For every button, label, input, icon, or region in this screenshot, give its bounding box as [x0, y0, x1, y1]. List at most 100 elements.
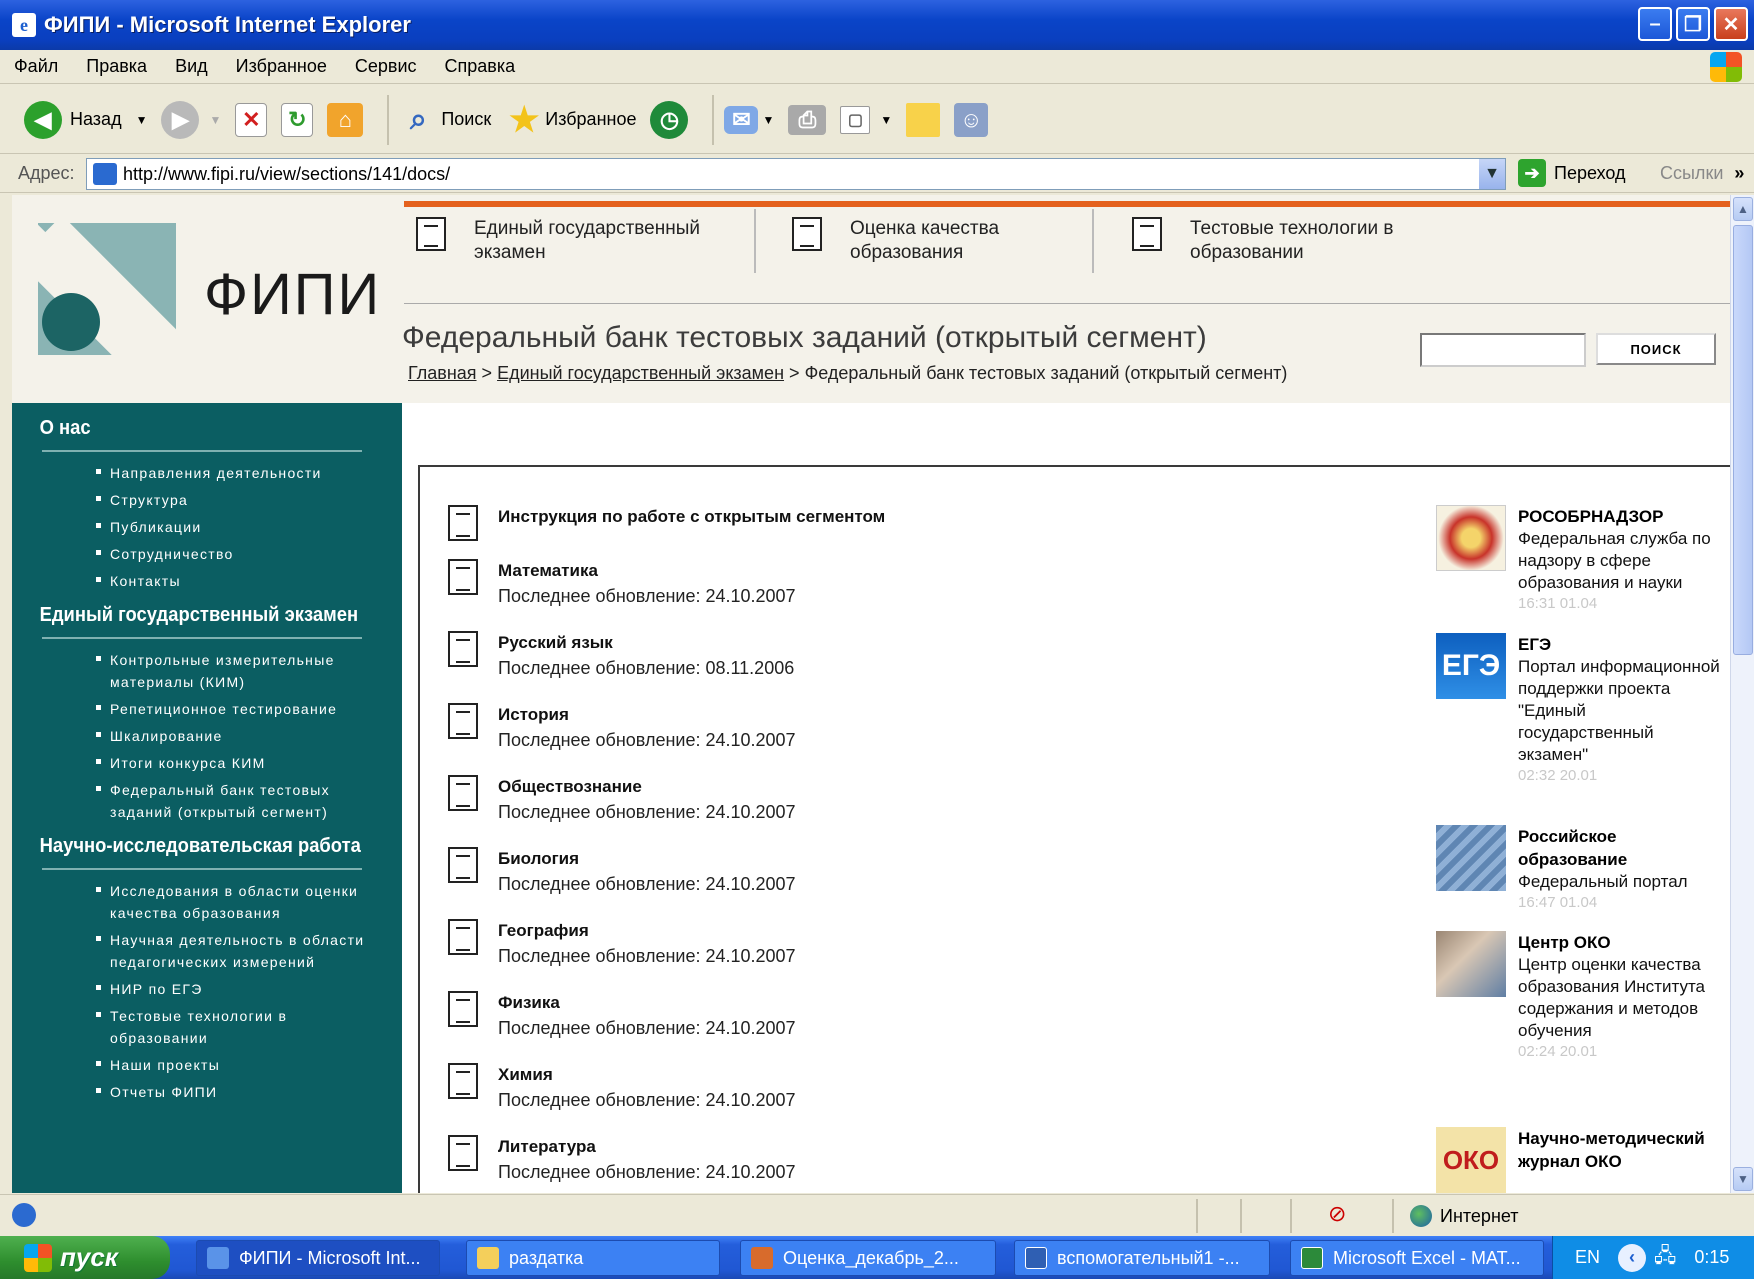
news-item[interactable]: ЕГЭ ЕГЭ Портал информационной поддержки п…: [1436, 633, 1726, 786]
print-button[interactable]: ⎙: [788, 104, 827, 135]
doc-title[interactable]: История: [498, 703, 796, 727]
scroll-up-icon[interactable]: ▲: [1733, 197, 1753, 221]
site-search-input[interactable]: [1420, 333, 1586, 367]
news-title[interactable]: Российское образование: [1518, 825, 1726, 871]
news-item[interactable]: Центр ОКО Центр оценки качества образован…: [1436, 931, 1726, 1062]
sidebar-item[interactable]: Научная деятельность в области педагогич…: [12, 929, 372, 973]
sidebar-item[interactable]: Контрольные измерительные материалы (КИМ…: [12, 649, 372, 693]
forward-button[interactable]: ▶ ▼: [161, 100, 221, 139]
sidebar-item[interactable]: Тестовые технологии в образовании: [12, 1005, 372, 1049]
breadcrumb-home[interactable]: Главная: [408, 363, 477, 383]
news-item[interactable]: РОСОБРНАДЗОР Федеральная служба по надзор…: [1436, 505, 1726, 614]
news-item[interactable]: ОКО Научно-методический журнал ОКО: [1436, 1127, 1726, 1193]
doc-item[interactable]: Литература Последнее обновление: 24.10.20…: [448, 1135, 796, 1185]
doc-item[interactable]: История Последнее обновление: 24.10.2007: [448, 703, 796, 753]
task-word[interactable]: вспомогательный1 -...: [1014, 1240, 1270, 1276]
sidebar-item[interactable]: Исследования в области оценки качества о…: [12, 880, 372, 924]
sidebar-item[interactable]: Шкалирование: [12, 725, 372, 747]
doc-item[interactable]: Инструкция по работе с открытым сегменто…: [448, 505, 885, 541]
doc-title[interactable]: Физика: [498, 991, 796, 1015]
network-icon[interactable]: 🖧: [1654, 1241, 1676, 1275]
doc-item[interactable]: География Последнее обновление: 24.10.200…: [448, 919, 796, 969]
site-logo[interactable]: ФИПИ: [38, 223, 379, 363]
breadcrumb-ege[interactable]: Единый государственный экзамен: [497, 363, 784, 383]
sidebar-item[interactable]: Контакты: [12, 570, 372, 592]
news-title[interactable]: Центр ОКО: [1518, 931, 1726, 954]
doc-item[interactable]: Биология Последнее обновление: 24.10.2007: [448, 847, 796, 897]
vertical-scrollbar[interactable]: ▲ ▼: [1730, 195, 1754, 1193]
doc-item[interactable]: Математика Последнее обновление: 24.10.20…: [448, 559, 796, 609]
tray-expand-icon[interactable]: ‹: [1618, 1243, 1647, 1272]
sidebar-heading-research[interactable]: Научно-исследовательская работа: [12, 835, 371, 858]
sidebar-item[interactable]: Итоги конкурса КИМ: [12, 752, 372, 774]
topnav-ege[interactable]: Единый государственный экзамен: [416, 217, 700, 265]
scroll-down-icon[interactable]: ▼: [1733, 1167, 1753, 1191]
news-item[interactable]: Российское образование Федеральный портал…: [1436, 825, 1726, 913]
task-powerpoint[interactable]: Оценка_декабрь_2...: [740, 1240, 996, 1276]
minimize-button[interactable]: –: [1638, 7, 1672, 41]
task-ie[interactable]: ФИПИ - Microsoft Int...: [196, 1240, 440, 1276]
language-indicator[interactable]: EN: [1575, 1247, 1600, 1268]
topnav-quality[interactable]: Оценка качества образования: [792, 217, 999, 265]
clock[interactable]: 0:15: [1694, 1247, 1729, 1268]
refresh-button[interactable]: ↻: [281, 102, 314, 137]
popup-blocked-icon[interactable]: ⊘: [1328, 1201, 1346, 1227]
doc-title[interactable]: Биология: [498, 847, 796, 871]
sidebar-heading-about[interactable]: О нас: [12, 417, 371, 440]
doc-item[interactable]: Обществознание Последнее обновление: 24.1…: [448, 775, 796, 825]
menu-help[interactable]: Справка: [445, 56, 516, 77]
security-zone[interactable]: Интернет: [1410, 1205, 1519, 1227]
sidebar-item[interactable]: Репетиционное тестирование: [12, 698, 372, 720]
doc-item[interactable]: Физика Последнее обновление: 24.10.2007: [448, 991, 796, 1041]
doc-title[interactable]: Химия: [498, 1063, 796, 1087]
menu-view[interactable]: Вид: [175, 56, 208, 77]
sidebar-heading-ege[interactable]: Единый государственный экзамен: [12, 604, 371, 627]
sidebar-item[interactable]: Структура: [12, 489, 372, 511]
task-excel[interactable]: Microsoft Excel - МАТ...: [1290, 1240, 1544, 1276]
back-button[interactable]: ◀ Назад ▼: [24, 100, 148, 139]
mail-button[interactable]: ✉ ▼: [724, 105, 774, 134]
history-button[interactable]: ◷: [650, 100, 689, 139]
search-button[interactable]: ⌕ Поиск: [399, 101, 491, 139]
site-search-button[interactable]: ПОИСК: [1596, 333, 1716, 365]
scroll-thumb[interactable]: [1733, 225, 1753, 655]
restore-button[interactable]: ❐: [1676, 7, 1710, 41]
sidebar-item[interactable]: Публикации: [12, 516, 372, 538]
sidebar-item[interactable]: Направления деятельности: [12, 462, 372, 484]
stop-button[interactable]: ✕: [235, 102, 268, 137]
task-folder[interactable]: раздатка: [466, 1240, 720, 1276]
messenger-button[interactable]: ☺: [954, 102, 989, 137]
menu-favorites[interactable]: Избранное: [236, 56, 327, 77]
edit-button[interactable]: ▢ ▼: [840, 105, 892, 134]
start-button[interactable]: пуск: [0, 1236, 170, 1279]
links-button[interactable]: Ссылки »: [1660, 163, 1744, 184]
sidebar-item[interactable]: Наши проекты: [12, 1054, 372, 1076]
sidebar-item[interactable]: Сотрудничество: [12, 543, 372, 565]
doc-title[interactable]: Русский язык: [498, 631, 794, 655]
menu-edit[interactable]: Правка: [86, 56, 147, 77]
doc-title[interactable]: География: [498, 919, 796, 943]
doc-item[interactable]: Русский язык Последнее обновление: 08.11.…: [448, 631, 794, 681]
doc-title[interactable]: Инструкция по работе с открытым сегменто…: [498, 505, 885, 529]
menu-file[interactable]: Файл: [14, 56, 58, 77]
address-input[interactable]: http://www.fipi.ru/view/sections/141/doc…: [86, 158, 1506, 190]
news-title[interactable]: РОСОБРНАДЗОР: [1518, 505, 1726, 528]
sidebar-item[interactable]: Отчеты ФИПИ: [12, 1081, 372, 1103]
doc-title[interactable]: Литература: [498, 1135, 796, 1159]
doc-title[interactable]: Математика: [498, 559, 796, 583]
sidebar-item[interactable]: НИР по ЕГЭ: [12, 978, 372, 1000]
menu-tools[interactable]: Сервис: [355, 56, 417, 77]
title-bar[interactable]: e ФИПИ - Microsoft Internet Explorer – ❐…: [0, 0, 1754, 50]
home-button[interactable]: ⌂: [327, 102, 364, 137]
news-title[interactable]: Научно-методический журнал ОКО: [1518, 1127, 1726, 1173]
discuss-button[interactable]: [906, 102, 941, 137]
close-button[interactable]: ✕: [1714, 7, 1748, 41]
chevron-down-icon[interactable]: ▼: [1479, 159, 1505, 189]
chevron-down-icon[interactable]: ▼: [136, 113, 148, 127]
doc-item[interactable]: Химия Последнее обновление: 24.10.2007: [448, 1063, 796, 1113]
doc-title[interactable]: Обществознание: [498, 775, 796, 799]
news-title[interactable]: ЕГЭ: [1518, 633, 1726, 656]
go-button[interactable]: ➔ Переход: [1518, 159, 1626, 187]
sidebar-item[interactable]: Федеральный банк тестовых заданий (откры…: [12, 779, 372, 823]
topnav-tests[interactable]: Тестовые технологии в образовании: [1132, 217, 1393, 265]
